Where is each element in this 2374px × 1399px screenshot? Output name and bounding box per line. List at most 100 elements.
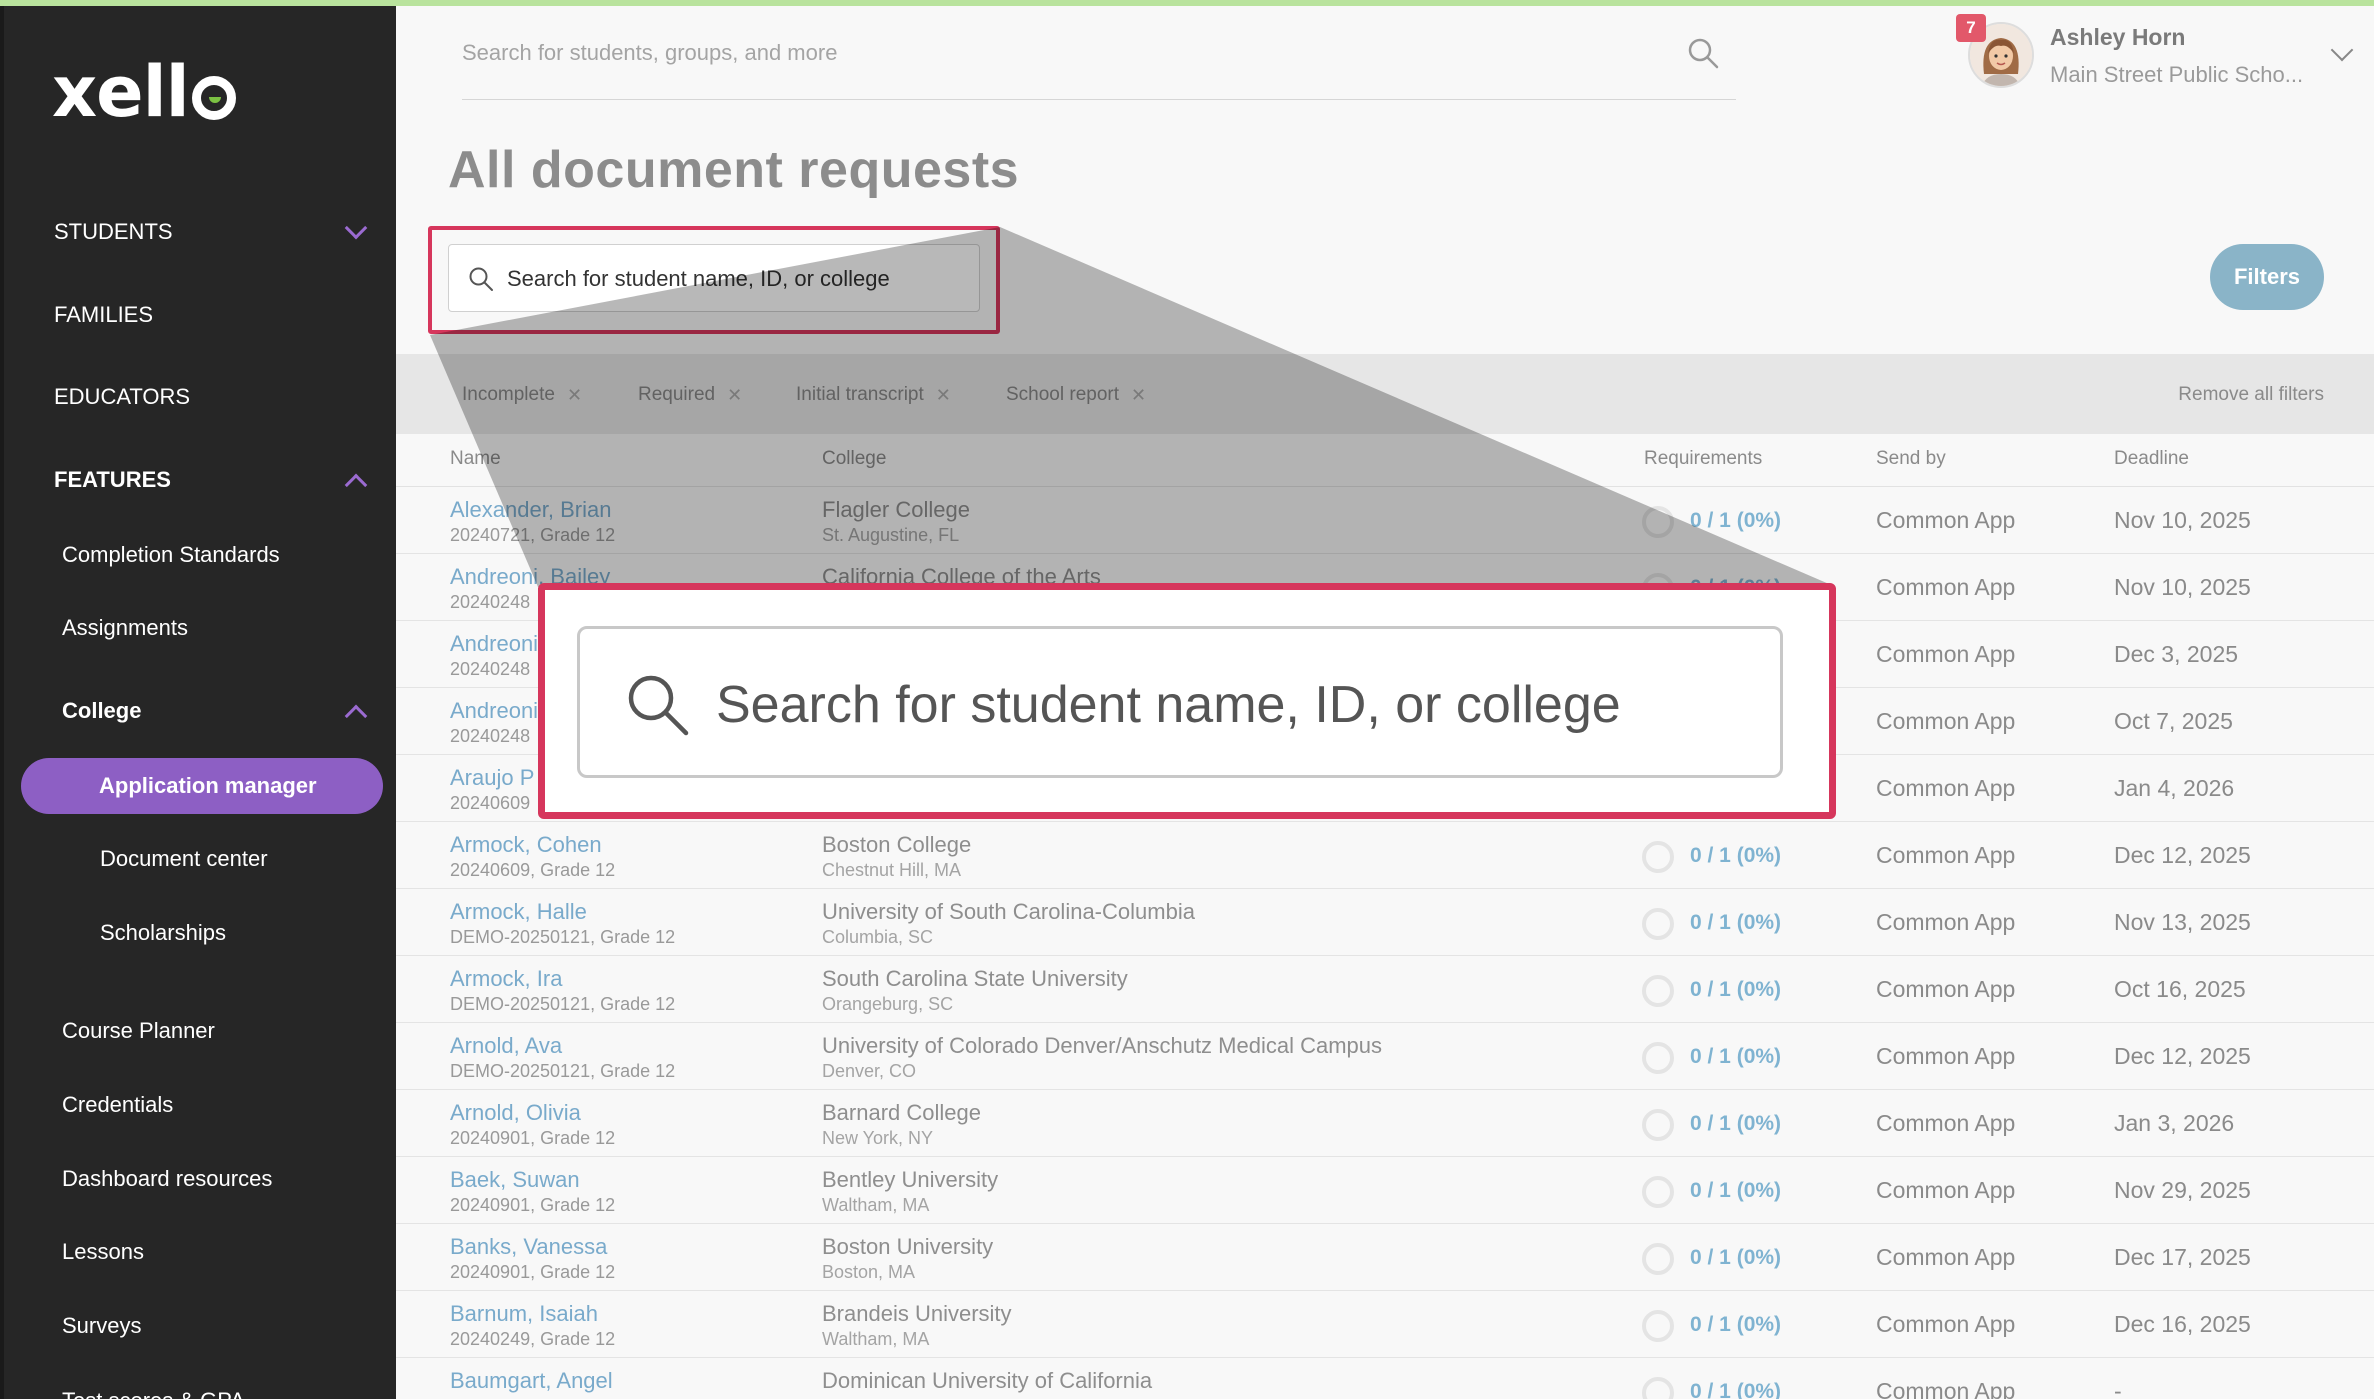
sidebar-item-assignments[interactable]: Assignments: [4, 603, 396, 653]
chevron-down-icon: [344, 216, 368, 240]
student-search-input[interactable]: Search for student name, ID, or college: [448, 244, 980, 312]
column-header-requirements[interactable]: Requirements: [1644, 448, 1762, 470]
student-name-link[interactable]: Araujo P: [450, 765, 534, 791]
student-id: 20240901, Grade 12: [450, 1195, 616, 1215]
sidebar-item-label: Credentials: [62, 1092, 174, 1117]
student-name-link[interactable]: Arnold, Ava: [450, 1033, 562, 1059]
table-row[interactable]: Arnold, Olivia 20240901, Grade 12 Barnar…: [396, 1090, 2374, 1157]
table-row[interactable]: Armock, Cohen 20240609, Grade 12 Boston …: [396, 822, 2374, 889]
global-search-input[interactable]: Search for students, groups, and more: [462, 40, 837, 66]
requirements-progress[interactable]: 0 / 1 (0%): [1690, 1179, 1781, 1203]
sidebar-item-application-manager[interactable]: Application manager: [21, 758, 383, 814]
requirements-progress[interactable]: 0 / 1 (0%): [1690, 1380, 1781, 1399]
send-by: Common App: [1876, 574, 2016, 600]
student-id: 20240609: [450, 793, 531, 813]
sidebar-item-label: STUDENTS: [54, 219, 173, 244]
sidebar-item-educators[interactable]: EDUCATORS: [4, 372, 396, 422]
sidebar-item-label: Assignments: [62, 615, 188, 640]
close-icon[interactable]: ✕: [1131, 385, 1146, 406]
sidebar-item-completion-standards[interactable]: Completion Standards: [4, 530, 396, 580]
deadline: Dec 3, 2025: [2114, 641, 2239, 667]
close-icon[interactable]: ✕: [567, 385, 582, 406]
requirements-progress[interactable]: 0 / 1 (0%): [1690, 1246, 1781, 1270]
sidebar-item-lessons[interactable]: Lessons: [4, 1227, 396, 1277]
remove-all-filters-link[interactable]: Remove all filters: [2178, 384, 2324, 406]
progress-ring-icon: [1642, 1310, 1674, 1342]
student-name-link[interactable]: Armock, Ira: [450, 966, 562, 992]
send-by: Common App: [1876, 1378, 2016, 1399]
requirements-progress[interactable]: 0 / 1 (0%): [1690, 1313, 1781, 1337]
student-name-link[interactable]: Barnum, Isaiah: [450, 1301, 598, 1327]
sidebar-item-test-scores[interactable]: Test scores & GPA: [4, 1376, 396, 1399]
table-row[interactable]: Baek, Suwan 20240901, Grade 12 Bentley U…: [396, 1157, 2374, 1224]
sidebar-item-scholarships[interactable]: Scholarships: [4, 908, 396, 958]
table-row[interactable]: Alexander, Brian 20240721, Grade 12 Flag…: [396, 487, 2374, 554]
user-menu[interactable]: 7 Ashley Horn Main Street Public Scho...: [1956, 14, 2374, 94]
sidebar-item-credentials[interactable]: Credentials: [4, 1080, 396, 1130]
requirements-progress[interactable]: 0 / 1 (0%): [1690, 844, 1781, 868]
sidebar-item-dashboard-resources[interactable]: Dashboard resources: [4, 1154, 396, 1204]
send-by: Common App: [1876, 641, 2016, 667]
search-icon: [467, 265, 495, 298]
sidebar-item-label: Surveys: [62, 1313, 142, 1338]
zoomed-search-placeholder: Search for student name, ID, or college: [716, 676, 1621, 734]
column-header-deadline[interactable]: Deadline: [2114, 448, 2189, 470]
column-header-name[interactable]: Name: [450, 448, 501, 470]
table-row[interactable]: Banks, Vanessa 20240901, Grade 12 Boston…: [396, 1224, 2374, 1291]
table-row[interactable]: Armock, Ira DEMO-20250121, Grade 12 Sout…: [396, 956, 2374, 1023]
progress-ring-icon: [1642, 975, 1674, 1007]
college-location: Boston, MA: [822, 1262, 916, 1282]
global-search[interactable]: Search for students, groups, and more: [462, 36, 1736, 100]
deadline: Dec 12, 2025: [2114, 1043, 2251, 1069]
search-icon[interactable]: [1686, 36, 1720, 75]
college-location: Waltham, MA: [822, 1195, 930, 1215]
sidebar-item-label: Application manager: [99, 773, 317, 798]
filter-chip[interactable]: Incomplete ✕: [462, 376, 582, 414]
table-row[interactable]: Barnum, Isaiah 20240249, Grade 12 Brande…: [396, 1291, 2374, 1358]
student-name-link[interactable]: Baumgart, Angel: [450, 1368, 613, 1394]
sidebar-item-label: Dashboard resources: [62, 1166, 273, 1191]
filters-button[interactable]: Filters: [2210, 244, 2324, 310]
requirements-progress[interactable]: 0 / 1 (0%): [1690, 1112, 1781, 1136]
filter-chip[interactable]: Initial transcript ✕: [796, 376, 951, 414]
column-header-send-by[interactable]: Send by: [1876, 448, 1946, 470]
college-location: Denver, CO: [822, 1061, 917, 1081]
sidebar-item-features[interactable]: FEATURES: [4, 455, 396, 505]
send-by: Common App: [1876, 775, 2016, 801]
top-accent-bar: [0, 0, 2374, 6]
close-icon[interactable]: ✕: [936, 385, 951, 406]
student-name-link[interactable]: Armock, Halle: [450, 899, 587, 925]
student-name-link[interactable]: Baek, Suwan: [450, 1167, 580, 1193]
sidebar-item-college[interactable]: College: [4, 686, 396, 736]
sidebar-item-document-center[interactable]: Document center: [4, 834, 396, 884]
filter-chip[interactable]: School report ✕: [1006, 376, 1146, 414]
sidebar-item-label: FAMILIES: [54, 302, 154, 327]
send-by: Common App: [1876, 708, 2016, 734]
student-name-link[interactable]: Arnold, Olivia: [450, 1100, 581, 1126]
requirements-progress[interactable]: 0 / 1 (0%): [1690, 509, 1781, 533]
filter-chip[interactable]: Required ✕: [638, 376, 742, 414]
sidebar-item-surveys[interactable]: Surveys: [4, 1301, 396, 1351]
table-row[interactable]: Arnold, Ava DEMO-20250121, Grade 12 Univ…: [396, 1023, 2374, 1090]
college-location: Chestnut Hill, MA: [822, 860, 962, 880]
close-icon[interactable]: ✕: [727, 385, 742, 406]
student-name-link[interactable]: Alexander, Brian: [450, 497, 611, 523]
student-name-link[interactable]: Banks, Vanessa: [450, 1234, 607, 1260]
table-row[interactable]: Baumgart, Angel Dominican University of …: [396, 1358, 2374, 1399]
chevron-down-icon[interactable]: [2330, 38, 2354, 62]
progress-ring-icon: [1642, 841, 1674, 873]
column-header-college[interactable]: College: [822, 448, 886, 470]
requirements-progress[interactable]: 0 / 1 (0%): [1690, 1045, 1781, 1069]
requirements-progress[interactable]: 0 / 1 (0%): [1690, 978, 1781, 1002]
student-name-link[interactable]: Andreoni: [450, 631, 538, 657]
sidebar-item-course-planner[interactable]: Course Planner: [4, 1006, 396, 1056]
sidebar-item-students[interactable]: STUDENTS: [4, 207, 396, 257]
student-name-link[interactable]: Andreoni: [450, 698, 538, 724]
student-name-link[interactable]: Armock, Cohen: [450, 832, 602, 858]
user-name: Ashley Horn: [2050, 24, 2186, 50]
xello-logo[interactable]: xell: [52, 57, 236, 127]
requirements-progress[interactable]: 0 / 1 (0%): [1690, 911, 1781, 935]
table-row[interactable]: Armock, Halle DEMO-20250121, Grade 12 Un…: [396, 889, 2374, 956]
notification-badge[interactable]: 7: [1956, 14, 1986, 42]
sidebar-item-families[interactable]: FAMILIES: [4, 290, 396, 340]
